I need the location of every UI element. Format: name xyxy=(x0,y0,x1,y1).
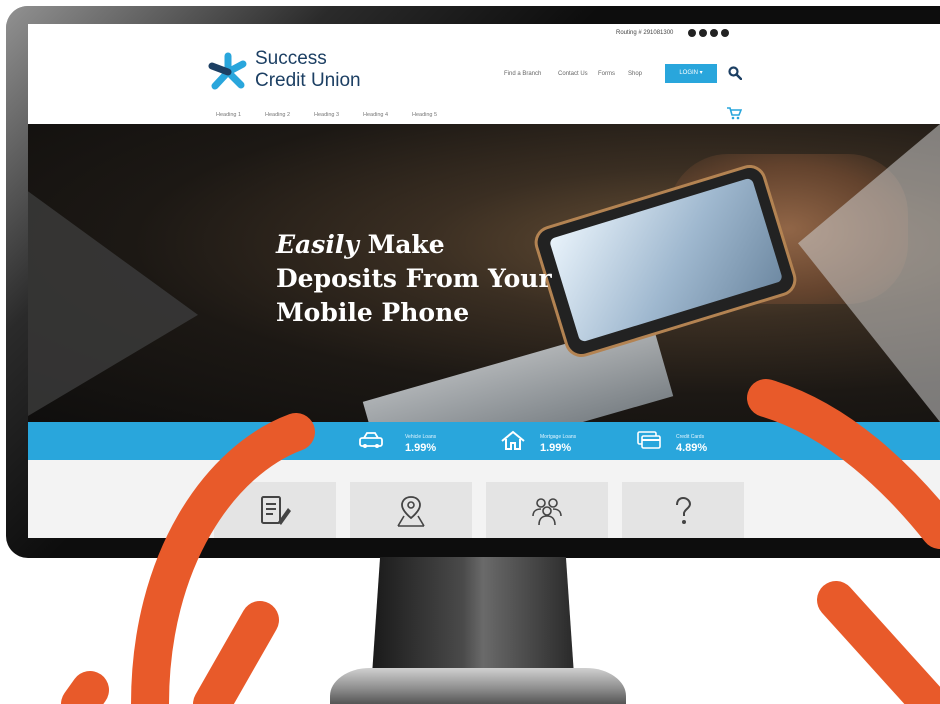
orange-swoosh-decoration xyxy=(61,379,940,704)
